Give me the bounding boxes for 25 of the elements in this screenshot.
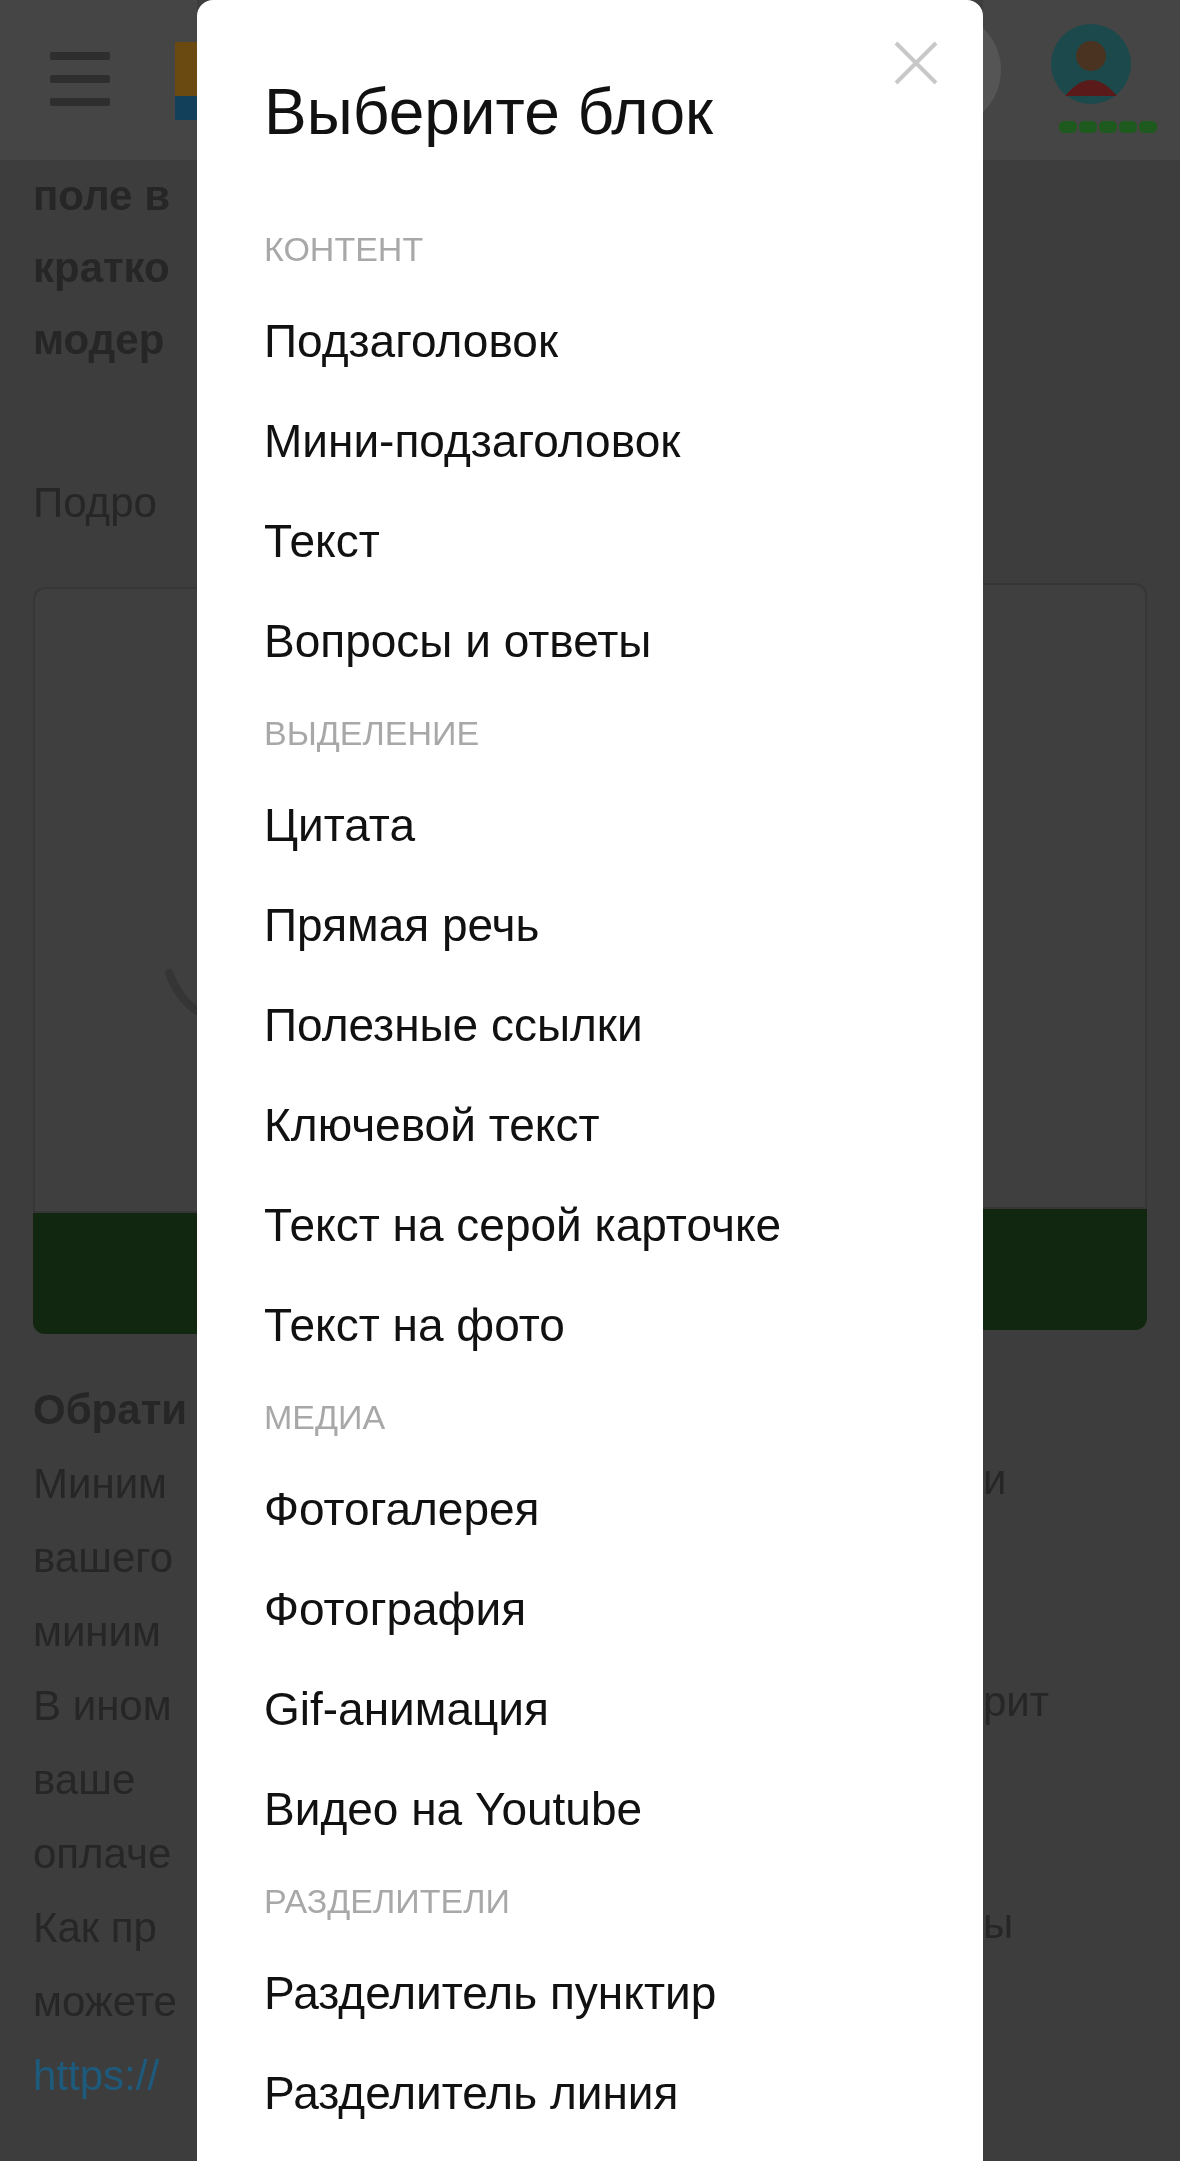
section-heading: МЕДИА	[264, 1397, 386, 1437]
menu-item[interactable]: Ключевой текст	[264, 1098, 600, 1152]
close-icon[interactable]	[893, 40, 939, 86]
logo-icon[interactable]	[175, 42, 197, 120]
menu-item[interactable]: Фотография	[264, 1582, 527, 1636]
menu-item[interactable]: Вопросы и ответы	[264, 614, 652, 668]
menu-item[interactable]: Фотогалерея	[264, 1482, 540, 1536]
menu-item[interactable]: Видео на Youtube	[264, 1782, 643, 1836]
menu-item[interactable]: Разделитель пунктир	[264, 1966, 717, 2020]
menu-item[interactable]: Цитата	[264, 798, 415, 852]
menu-item[interactable]: Разделитель линия	[264, 2066, 679, 2120]
menu-item[interactable]: Полезные ссылки	[264, 998, 643, 1052]
menu-item[interactable]: Текст	[264, 514, 380, 568]
section-heading: ВЫДЕЛЕНИЕ	[264, 713, 480, 753]
menu-item[interactable]: Мини-подзаголовок	[264, 414, 681, 468]
menu-item[interactable]: Текст на фото	[264, 1298, 565, 1352]
section-heading: РАЗДЕЛИТЕЛИ	[264, 1881, 510, 1921]
section-heading: КОНТЕНТ	[264, 229, 424, 269]
menu-item[interactable]: Текст на серой карточке	[264, 1198, 782, 1252]
avatar-icon[interactable]	[1051, 24, 1131, 104]
dialog-title: Выберите блок	[264, 75, 714, 150]
menu-item[interactable]: Прямая речь	[264, 898, 540, 952]
menu-item[interactable]: Gif-анимация	[264, 1682, 549, 1736]
level-bar-icon	[1059, 120, 1157, 134]
menu-item[interactable]: Подзаголовок	[264, 314, 559, 368]
